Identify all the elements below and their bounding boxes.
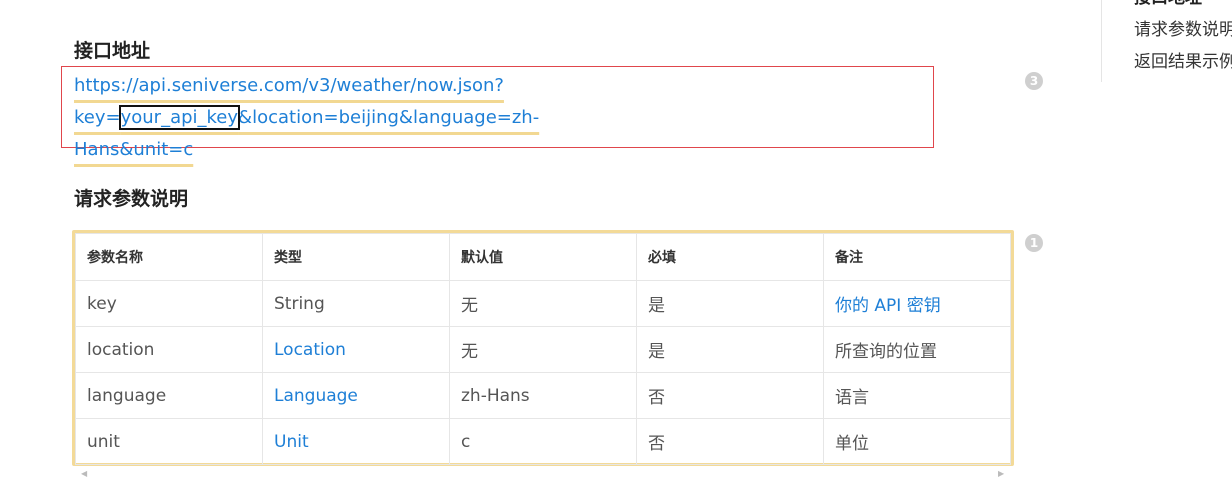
scroll-right-arrow-icon[interactable]: ▶ bbox=[998, 469, 1004, 478]
param-default-cell: 无 bbox=[449, 280, 637, 327]
table-of-contents: 接口地址 请求参数说明 返回结果示例 bbox=[1101, 0, 1232, 82]
scroll-left-arrow-icon[interactable]: ◀ bbox=[81, 469, 87, 478]
table-row: location Location 无 是 所查询的位置 bbox=[75, 326, 1011, 373]
table-row: language Language zh-Hans 否 语言 bbox=[75, 372, 1011, 419]
toc-item-request-params[interactable]: 请求参数说明 bbox=[1134, 14, 1232, 46]
param-type-link[interactable]: Unit bbox=[262, 418, 450, 465]
param-name-cell: key bbox=[75, 280, 263, 327]
param-type-link[interactable]: Language bbox=[262, 372, 450, 419]
table-header-row: 参数名称 类型 默认值 必填 备注 bbox=[75, 233, 1011, 281]
param-note-cell: 所查询的位置 bbox=[823, 326, 1011, 373]
param-note-cell: 单位 bbox=[823, 418, 1011, 465]
param-default-cell: 无 bbox=[449, 326, 637, 373]
param-name-cell: location bbox=[75, 326, 263, 373]
param-note-cell: 语言 bbox=[823, 372, 1011, 419]
toc-item-response-example[interactable]: 返回结果示例 bbox=[1134, 46, 1232, 78]
api-url[interactable]: https://api.seniverse.com/v3/weather/now… bbox=[74, 70, 924, 166]
url-line2[interactable]: Hans&unit=c bbox=[74, 139, 193, 160]
param-required-cell: 是 bbox=[636, 326, 824, 373]
param-type-link[interactable]: Location bbox=[262, 326, 450, 373]
column-header: 类型 bbox=[262, 233, 450, 281]
table-row: key String 无 是 你的 API 密钥 bbox=[75, 280, 1011, 327]
comment-count-badge[interactable]: 3 bbox=[1025, 72, 1043, 90]
url-line1-suffix[interactable]: &location=beijing&language=zh- bbox=[238, 107, 539, 128]
column-header: 备注 bbox=[823, 233, 1011, 281]
comment-count-badge[interactable]: 1 bbox=[1025, 234, 1043, 252]
param-name-cell: language bbox=[75, 372, 263, 419]
param-name-cell: unit bbox=[75, 418, 263, 465]
column-header: 默认值 bbox=[449, 233, 637, 281]
toc-item-api-address[interactable]: 接口地址 bbox=[1134, 0, 1232, 14]
section-heading-request-params: 请求参数说明 bbox=[74, 188, 189, 210]
column-header: 必填 bbox=[636, 233, 824, 281]
params-table-container: 参数名称 类型 默认值 必填 备注 key String 无 是 你的 API … bbox=[72, 230, 1014, 466]
param-default-cell: c bbox=[449, 418, 637, 465]
param-required-cell: 否 bbox=[636, 372, 824, 419]
param-required-cell: 否 bbox=[636, 418, 824, 465]
url-api-key-param[interactable]: your_api_key bbox=[118, 105, 241, 130]
params-table: 参数名称 类型 默认值 必填 备注 key String 无 是 你的 API … bbox=[75, 233, 1011, 465]
table-row: unit Unit c 否 单位 bbox=[75, 418, 1011, 465]
param-required-cell: 是 bbox=[636, 280, 824, 327]
column-header: 参数名称 bbox=[75, 233, 263, 281]
param-note-link[interactable]: 你的 API 密钥 bbox=[823, 280, 1011, 327]
section-heading-api-address: 接口地址 bbox=[74, 40, 151, 62]
param-default-cell: zh-Hans bbox=[449, 372, 637, 419]
param-type-cell: String bbox=[262, 280, 450, 327]
